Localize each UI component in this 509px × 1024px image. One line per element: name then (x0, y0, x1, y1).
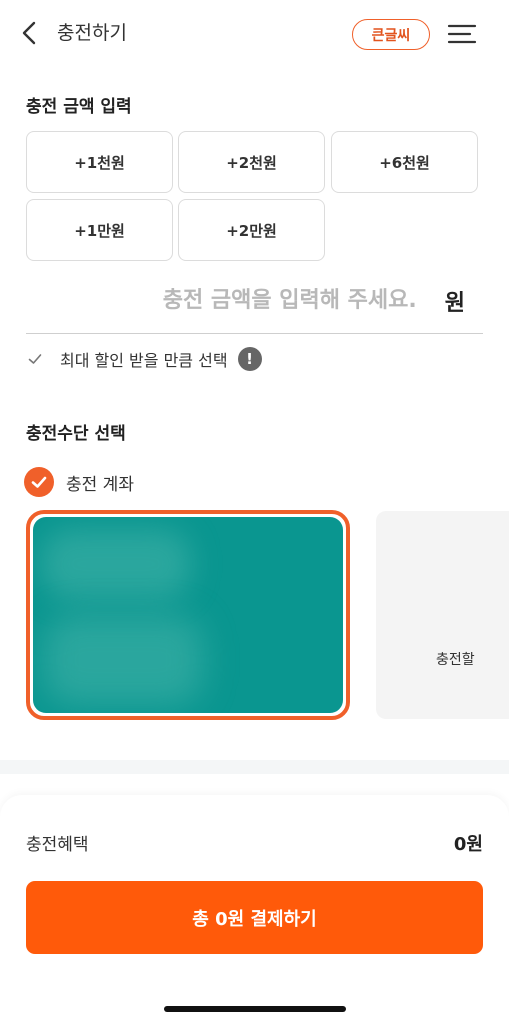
payment-card-carousel[interactable]: 충전할 (0, 508, 509, 722)
quick-amount-10k-button[interactable]: +1만원 (26, 199, 173, 261)
checkmark-circle-icon (24, 467, 54, 497)
pay-button[interactable]: 총 0원 결제하기 (26, 881, 483, 954)
charge-account-label: 충전 계좌 (66, 474, 134, 495)
quick-amount-6k-button[interactable]: +6천원 (331, 131, 478, 193)
add-charge-account-label: 충전할 (436, 652, 475, 668)
payment-method-section-title: 충전수단 선택 (26, 424, 126, 444)
card-blurred-info (43, 615, 203, 705)
amount-input-row: 원 (26, 268, 483, 334)
charge-account-option[interactable]: 충전 계좌 (24, 467, 134, 497)
page-title: 충전하기 (57, 22, 127, 44)
check-icon (28, 354, 42, 364)
card-blurred-info (41, 529, 191, 599)
quick-amount-20k-button[interactable]: +2만원 (178, 199, 325, 261)
large-text-toggle-button[interactable]: 큰글씨 (352, 19, 430, 50)
quick-amount-1k-button[interactable]: +1천원 (26, 131, 173, 193)
menu-button[interactable] (446, 19, 478, 49)
section-divider (0, 760, 509, 774)
home-indicator (164, 1006, 346, 1012)
amount-section-title: 충전 금액 입력 (26, 97, 132, 117)
max-discount-label: 최대 할인 받을 만큼 선택 (60, 351, 228, 370)
charge-benefit-value: 0원 (453, 834, 483, 855)
app-header: 충전하기 큰글씨 (0, 0, 509, 68)
amount-input[interactable] (26, 288, 445, 313)
selected-account-card[interactable] (26, 510, 350, 720)
currency-unit: 원 (444, 290, 465, 316)
add-charge-account-card[interactable]: 충전할 (376, 511, 509, 719)
account-card-face (33, 517, 343, 713)
quick-amount-2k-button[interactable]: +2천원 (178, 131, 325, 193)
charge-benefit-label: 충전혜택 (26, 835, 89, 855)
chevron-left-icon (22, 21, 36, 45)
info-icon[interactable]: ! (237, 347, 262, 371)
back-button[interactable] (14, 18, 44, 48)
hamburger-menu-icon (447, 24, 477, 44)
max-discount-option[interactable]: 최대 할인 받을 만큼 선택 ! (28, 344, 262, 374)
